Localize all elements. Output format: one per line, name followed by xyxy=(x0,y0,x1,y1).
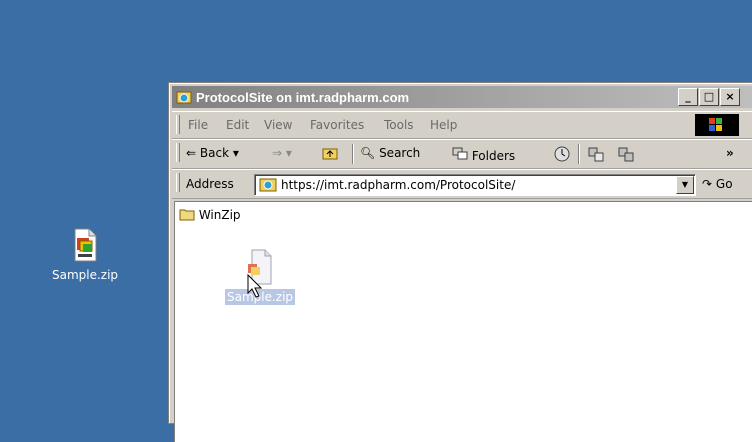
go-button[interactable]: ↷ Go xyxy=(702,177,733,191)
close-button[interactable]: × xyxy=(720,88,740,106)
desktop-file-sample-zip[interactable]: Sample.zip xyxy=(40,228,130,282)
web-folder-icon xyxy=(259,176,277,195)
address-url: https://imt.radpharm.com/ProtocolSite/ xyxy=(281,178,516,192)
menu-file[interactable]: File xyxy=(188,118,208,132)
up-folder-icon xyxy=(322,148,338,163)
search-icon: 🔍︎ xyxy=(360,146,376,160)
title-bar[interactable]: ProtocolSite on imt.radpharm.com _ □ × xyxy=(172,86,752,108)
minimize-button[interactable]: _ xyxy=(678,88,698,106)
file-list-pane[interactable]: WinZip Sample.zip xyxy=(174,201,752,442)
folders-button[interactable]: Folders xyxy=(452,146,515,163)
toolbar-overflow-chevron-icon[interactable]: » xyxy=(726,146,734,160)
copy-to-icon xyxy=(618,147,634,165)
folders-icon xyxy=(452,147,472,163)
globe-folder-icon xyxy=(176,89,192,105)
windows-logo-icon xyxy=(695,114,739,136)
move-to-button[interactable] xyxy=(588,146,604,165)
back-button[interactable]: ⇐ Back ▾ xyxy=(186,146,239,160)
go-arrow-icon: ↷ xyxy=(702,177,713,191)
maximize-button[interactable]: □ xyxy=(699,88,719,106)
search-label: Search xyxy=(379,146,421,160)
desktop-icon-label: Sample.zip xyxy=(51,268,119,282)
address-input[interactable]: https://imt.radpharm.com/ProtocolSite/ ▼ xyxy=(254,174,696,196)
history-clock-icon xyxy=(554,146,570,165)
history-button[interactable] xyxy=(554,146,570,165)
winzip-file-icon xyxy=(69,228,101,262)
move-to-icon xyxy=(588,147,604,165)
explorer-window: ProtocolSite on imt.radpharm.com _ □ × Fil… xyxy=(168,82,752,442)
forward-arrow-icon: ⇒ xyxy=(272,146,283,160)
folders-label: Folders xyxy=(471,149,516,163)
back-arrow-icon: ⇐ xyxy=(186,146,197,160)
go-label: Go xyxy=(715,177,733,191)
toolbar-separator xyxy=(352,144,354,164)
menu-view[interactable]: View xyxy=(264,118,292,132)
mouse-pointer-icon xyxy=(247,273,265,301)
menu-grip[interactable] xyxy=(176,115,180,134)
menu-favorites[interactable]: Favorites xyxy=(310,118,364,132)
toolbar-separator xyxy=(578,144,580,164)
folder-icon xyxy=(179,208,199,222)
menu-help[interactable]: Help xyxy=(430,118,457,132)
menu-bar: File Edit View Favorites Tools Help xyxy=(172,111,752,139)
back-label: Back xyxy=(199,146,230,160)
forward-dropdown-icon[interactable]: ▾ xyxy=(286,146,292,160)
back-dropdown-icon[interactable]: ▾ xyxy=(233,146,239,160)
forward-button[interactable]: ⇒ ▾ xyxy=(272,146,292,160)
folder-label: WinZip xyxy=(198,208,241,222)
copy-to-button[interactable] xyxy=(618,146,634,165)
address-bar: Address https://imt.radpharm.com/Protoco… xyxy=(172,169,752,199)
address-dropdown-icon[interactable]: ▼ xyxy=(676,176,694,194)
up-folder-button[interactable] xyxy=(322,146,338,163)
address-grip[interactable] xyxy=(176,173,180,192)
search-button[interactable]: 🔍︎ Search xyxy=(360,146,420,160)
standard-toolbar: ⇐ Back ▾ ⇒ ▾ 🔍︎ Search Folders » xyxy=(172,139,752,169)
window-title: ProtocolSite on imt.radpharm.com xyxy=(196,90,410,105)
toolbar-grip[interactable] xyxy=(176,143,180,162)
menu-edit[interactable]: Edit xyxy=(226,118,249,132)
address-label: Address xyxy=(186,177,234,191)
list-item-winzip-folder[interactable]: WinZip xyxy=(179,208,241,222)
menu-tools[interactable]: Tools xyxy=(384,118,414,132)
